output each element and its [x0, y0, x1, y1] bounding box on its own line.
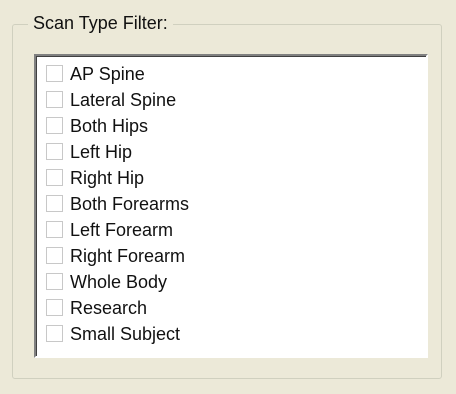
checkbox[interactable] [46, 143, 63, 160]
scan-type-item-left-hip[interactable]: Left Hip [46, 139, 132, 164]
scan-type-item-right-hip[interactable]: Right Hip [46, 165, 144, 190]
checkbox[interactable] [46, 221, 63, 238]
scan-type-label: Left Hip [70, 141, 133, 162]
checkbox[interactable] [46, 91, 63, 108]
scan-type-item-ap-spine[interactable]: AP Spine [46, 61, 145, 86]
scan-type-item-both-hips[interactable]: Both Hips [46, 113, 148, 138]
scan-type-label: Left Forearm [70, 219, 174, 240]
scan-type-item-lateral-spine[interactable]: Lateral Spine [46, 87, 176, 112]
checkbox[interactable] [46, 325, 63, 342]
checkbox[interactable] [46, 299, 63, 316]
checkbox[interactable] [46, 169, 63, 186]
checkbox[interactable] [46, 195, 63, 212]
scan-type-label: Research [70, 297, 148, 318]
checkbox[interactable] [46, 117, 63, 134]
scan-type-label: Small Subject [70, 323, 181, 344]
scan-type-label: AP Spine [70, 63, 145, 84]
scan-type-label: Right Forearm [70, 245, 186, 266]
scan-type-item-research[interactable]: Research [46, 295, 147, 320]
checkbox[interactable] [46, 247, 63, 264]
group-title: Scan Type Filter: [28, 11, 173, 35]
scan-type-item-left-forearm[interactable]: Left Forearm [46, 217, 173, 242]
scan-type-label: Both Forearms [70, 193, 190, 214]
scan-type-checklist[interactable]: AP Spine Lateral Spine Both Hips Left Hi… [34, 54, 428, 358]
scan-type-item-both-forearms[interactable]: Both Forearms [46, 191, 189, 216]
scan-type-item-right-forearm[interactable]: Right Forearm [46, 243, 185, 268]
scan-type-label: Lateral Spine [70, 89, 177, 110]
scan-type-label: Right Hip [70, 167, 145, 188]
scan-type-item-small-subject[interactable]: Small Subject [46, 321, 180, 346]
scan-type-item-whole-body[interactable]: Whole Body [46, 269, 167, 294]
checkbox[interactable] [46, 65, 63, 82]
checkbox[interactable] [46, 273, 63, 290]
scan-type-label: Both Hips [70, 115, 149, 136]
scan-type-label: Whole Body [70, 271, 168, 292]
